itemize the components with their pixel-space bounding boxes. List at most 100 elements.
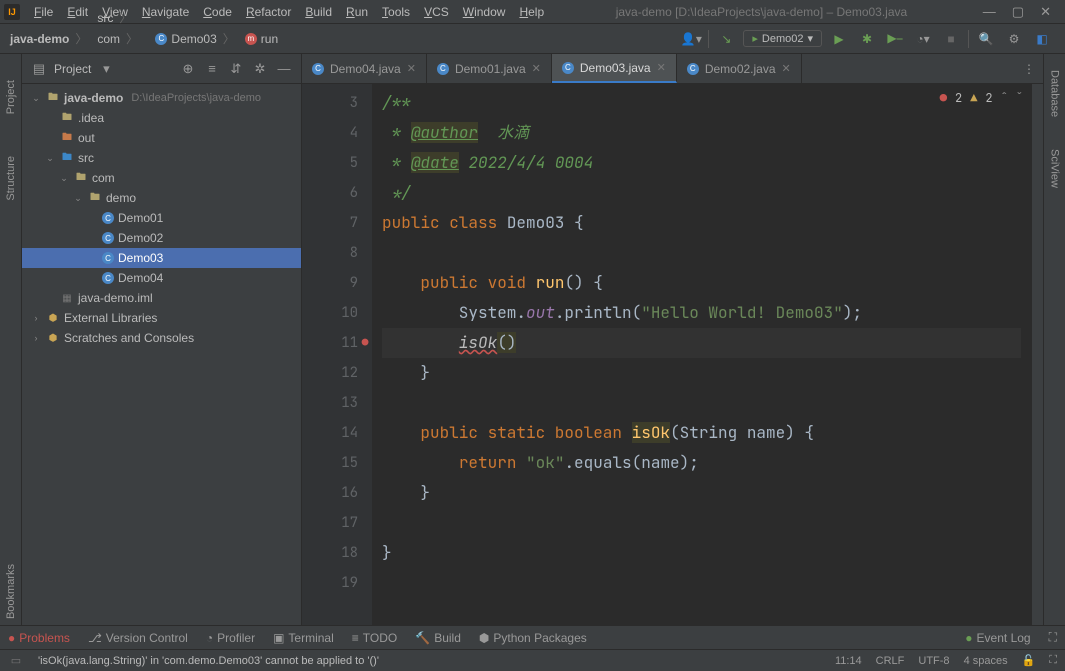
breadcrumb-com[interactable]: com〉 [93,28,151,49]
settings-gear-icon[interactable]: ⚙ [1003,28,1025,50]
tree-libs[interactable]: ›⬢External Libraries [22,308,301,328]
close-tab-icon[interactable]: ✕ [532,62,541,75]
caret-position[interactable]: 11:14 [835,655,862,667]
tool-stripe-bookmarks[interactable]: Bookmarks [5,558,17,625]
code-line-3[interactable]: /** [382,88,1021,118]
editor-scrollbar[interactable] [1031,84,1043,625]
code-line-5[interactable]: * @date 2022/4/4 0004 [382,148,1021,178]
code-line-10[interactable]: System.out.println("Hello World! Demo03"… [382,298,1021,328]
tool-stripe-project[interactable]: Project [5,74,17,120]
code-line-19[interactable] [382,568,1021,598]
editor-gutter[interactable]: 345678910111213141516171819 ● [302,84,372,625]
add-config-icon[interactable]: 👤▾ [680,28,702,50]
menu-help[interactable]: Help [513,3,550,21]
tree-node-demo02[interactable]: CDemo02 [22,228,301,248]
inspection-nav-down-icon[interactable]: ˇ [1016,90,1023,106]
tool-stripe-structure[interactable]: Structure [5,150,17,207]
stop-button-icon[interactable]: ■ [940,28,962,50]
run-config-selector[interactable]: ▸Demo02▾ [743,30,822,47]
code-editor[interactable]: /** * @author 水滴 * @date 2022/4/4 0004 *… [372,84,1031,625]
expand-all-icon[interactable]: ≡ [203,60,221,78]
code-line-17[interactable] [382,508,1021,538]
code-line-4[interactable]: * @author 水滴 [382,118,1021,148]
status-extra-icon[interactable]: ⛶ [1049,630,1057,645]
collapse-all-icon[interactable]: ⇵ [227,60,245,78]
code-line-14[interactable]: public static boolean isOk(String name) … [382,418,1021,448]
minimize-button[interactable]: — [983,4,996,20]
readonly-lock-icon[interactable]: 🔓 [1022,654,1036,667]
code-line-8[interactable] [382,238,1021,268]
editor-tab-demo01-java[interactable]: CDemo01.java✕ [427,54,552,83]
line-separator[interactable]: CRLF [876,655,905,667]
build-hammer-icon[interactable]: ↘ [715,28,737,50]
breadcrumb-src[interactable]: src〉 [93,7,151,28]
menu-edit[interactable]: Edit [61,3,94,21]
project-view-icon[interactable]: ▤ [30,60,48,78]
menu-vcs[interactable]: VCS [418,3,455,21]
learn-icon[interactable]: ◧ [1031,28,1053,50]
code-line-9[interactable]: public void run() { [382,268,1021,298]
project-settings-gear-icon[interactable]: ✲ [251,60,269,78]
maximize-button[interactable]: ▢ [1012,4,1024,20]
close-tab-icon[interactable]: ✕ [407,62,416,75]
menu-refactor[interactable]: Refactor [240,3,297,21]
breadcrumb-method[interactable]: mrun [241,30,282,48]
breadcrumb-class[interactable]: CDemo03〉 [151,28,240,49]
indent-settings[interactable]: 4 spaces [964,655,1008,667]
bottom-tool-problems[interactable]: ●Problems [8,631,70,645]
file-encoding[interactable]: UTF-8 [918,655,949,667]
code-line-11[interactable]: isOk() [382,328,1021,358]
code-line-12[interactable]: } [382,358,1021,388]
tree-node-out[interactable]: 🖿out [22,128,301,148]
status-quickwindow-icon[interactable]: ▭ [8,654,24,667]
run-button-icon[interactable]: ▶ [828,28,850,50]
menu-code[interactable]: Code [197,3,238,21]
close-tab-icon[interactable]: ✕ [782,62,791,75]
code-line-13[interactable] [382,388,1021,418]
tree-root[interactable]: ⌄🖿java-demoD:\IdeaProjects\java-demo [22,88,301,108]
select-opened-file-icon[interactable]: ⊕ [179,60,197,78]
memory-indicator-icon[interactable]: ⛶ [1049,654,1057,667]
tree-node-src[interactable]: ⌄🖿src [22,148,301,168]
profile-button-icon[interactable]: ◔▾ [912,28,934,50]
debug-button-icon[interactable]: ✱ [856,28,878,50]
menu-run[interactable]: Run [340,3,374,21]
bottom-tool-build[interactable]: 🔨Build [415,631,461,645]
menu-window[interactable]: Window [457,3,512,21]
close-button[interactable]: ✕ [1040,4,1051,20]
bottom-tool-python-packages[interactable]: ⬢Python Packages [479,631,587,645]
coverage-button-icon[interactable]: ▶⎯ [884,28,906,50]
editor-body[interactable]: 345678910111213141516171819 ● /** * @aut… [302,84,1043,625]
editor-tab-demo04-java[interactable]: CDemo04.java✕ [302,54,427,83]
menu-tools[interactable]: Tools [376,3,416,21]
inspection-widget[interactable]: ● 2 ▲ 2 ˆ ˇ [940,90,1023,106]
hide-panel-icon[interactable]: — [275,60,293,78]
code-line-15[interactable]: return "ok".equals(name); [382,448,1021,478]
code-line-6[interactable]: */ [382,178,1021,208]
tool-stripe-database[interactable]: Database [1049,64,1061,123]
inspection-nav-up-icon[interactable]: ˆ [1001,90,1008,106]
tabs-menu-icon[interactable]: ⋮ [1015,54,1043,83]
menu-file[interactable]: File [28,3,59,21]
tree-node--idea[interactable]: 🖿.idea [22,108,301,128]
editor-tab-demo03-java[interactable]: CDemo03.java✕ [552,54,677,83]
code-line-16[interactable]: } [382,478,1021,508]
tool-stripe-sciview[interactable]: SciView [1049,143,1061,194]
bottom-tool-version-control[interactable]: ⎇Version Control [88,631,188,645]
code-line-7[interactable]: public class Demo03 { [382,208,1021,238]
close-tab-icon[interactable]: ✕ [657,61,666,74]
bottom-tool-profiler[interactable]: ◔Profiler [206,631,255,645]
tree-node-demo[interactable]: ⌄🖿demo [22,188,301,208]
search-everywhere-icon[interactable]: 🔍 [975,28,997,50]
editor-tab-demo02-java[interactable]: CDemo02.java✕ [677,54,802,83]
tree-node-demo04[interactable]: CDemo04 [22,268,301,288]
project-tree[interactable]: ⌄🖿java-demoD:\IdeaProjects\java-demo🖿.id… [22,84,301,625]
tree-scratches[interactable]: ›⬢Scratches and Consoles [22,328,301,348]
tree-node-demo03[interactable]: CDemo03 [22,248,301,268]
code-line-18[interactable]: } [382,538,1021,568]
bottom-tool-terminal[interactable]: ▣Terminal [273,631,334,645]
event-log-button[interactable]: ●Event Log [965,631,1030,645]
tree-node-demo01[interactable]: CDemo01 [22,208,301,228]
bottom-tool-todo[interactable]: ≡TODO [352,631,397,645]
breadcrumb-project[interactable]: java-demo〉 [6,28,93,49]
